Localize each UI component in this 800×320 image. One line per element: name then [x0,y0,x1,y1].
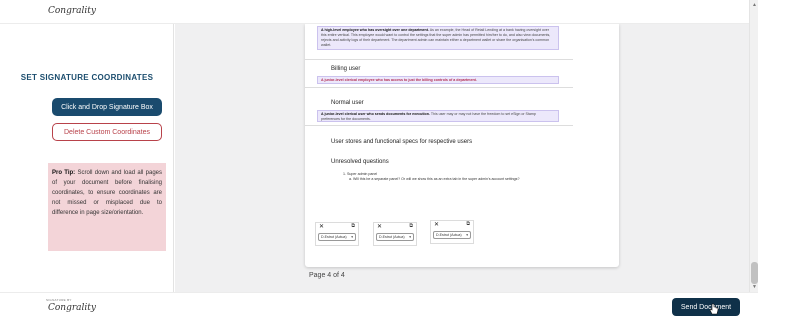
chevron-down-icon: ▾ [466,232,468,237]
heading-normal-user: Normal user [331,100,364,106]
copy-icon[interactable]: ⧉ [351,223,355,229]
callout-billing-user: A junior-level clerical employee who has… [317,76,559,84]
app-window: Congrality SET SIGNATURE COORDINATES Cli… [0,0,800,320]
signer-select[interactable]: D.Estrut (Actua) ▾ [318,233,356,241]
list-item: 1. Super admin panel [343,172,378,176]
chevron-down-icon: ▾ [351,234,353,239]
divider [305,59,573,60]
delete-coordinates-button[interactable]: Delete Custom Coordinates [52,123,162,141]
pro-tip-text: Scroll down and load all pages of your d… [52,170,162,216]
signer-select[interactable]: D.Estrut (Actua) ▾ [376,233,414,241]
scrollbar-thumb[interactable] [751,262,758,284]
signer-select-value: D.Estrut (Actua) [379,234,405,239]
copy-icon[interactable]: ⧉ [466,221,470,227]
footer-bar: SIGNATURE BY Congrality Send Document [0,292,758,320]
list-sub-item: a. Will this be a separate panel? Or wil… [349,177,520,181]
signer-select-value: D.Estrut (Actua) [436,232,462,237]
callout-bold-text: A junior-level clerical user who sends d… [321,112,430,116]
pro-tip-box: Pro Tip: Scroll down and load all pages … [48,163,166,251]
divider [305,87,573,88]
signature-box[interactable]: ✕ ⧉ D.Estrut (Actua) ▾ [430,220,474,244]
callout-department-admin: A high-level employee who has oversight … [317,26,559,50]
divider [305,125,573,126]
heading-user-stories: User stores and functional specs for res… [331,139,473,145]
brand-logo: Congrality [48,303,96,313]
callout-bold-text: A high-level employee who has oversight … [321,28,429,32]
document-viewer[interactable]: A high-level employee who has oversight … [175,24,749,292]
scroll-up-icon[interactable]: ▲ [752,2,757,8]
page-indicator: Page 4 of 4 [309,272,345,279]
hand-cursor-icon [709,303,719,315]
document-page[interactable]: A high-level employee who has oversight … [305,24,619,267]
copy-icon[interactable]: ⧉ [409,223,413,229]
brand-logo: Congrality [48,6,96,16]
pro-tip-label: Pro Tip: [52,170,76,176]
brand-logo-caption: SIGNATURE BY [46,298,72,302]
click-drop-signature-button[interactable]: Click and Drop Signature Box [52,98,162,116]
close-icon[interactable]: ✕ [319,223,324,230]
signer-select-value: D.Estrut (Actua) [321,234,347,239]
heading-unresolved: Unresolved questions [331,159,389,165]
chevron-down-icon: ▾ [409,234,411,239]
top-bar: Congrality [0,0,758,24]
scroll-down-icon[interactable]: ▼ [752,284,757,290]
send-document-button[interactable]: Send Document [672,298,740,316]
signature-box[interactable]: ✕ ⧉ D.Estrut (Actua) ▾ [373,222,417,246]
signer-select[interactable]: D.Estrut (Actua) ▾ [433,231,471,239]
callout-normal-user: A junior-level clerical user who sends d… [317,110,559,122]
callout-bold-text: A junior-level clerical employee who has… [321,78,477,82]
scrollbar[interactable]: ▲ ▼ [749,0,758,292]
close-icon[interactable]: ✕ [377,223,382,230]
signature-box[interactable]: ✕ ⧉ D.Estrut (Actua) ▾ [315,222,359,246]
sidebar-title: SET SIGNATURE COORDINATES [20,73,154,82]
heading-billing-user: Billing user [331,66,361,72]
close-icon[interactable]: ✕ [434,221,439,228]
sidebar: SET SIGNATURE COORDINATES Click and Drop… [0,24,174,292]
